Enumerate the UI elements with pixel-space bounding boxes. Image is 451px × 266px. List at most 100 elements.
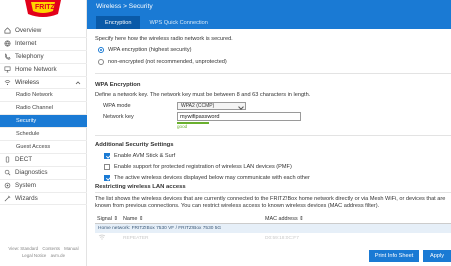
sort-icon: ⇕ [138, 215, 144, 222]
print-info-sheet-button[interactable]: Print Info Sheet [369, 250, 419, 262]
chevron-up-icon [75, 80, 81, 84]
phone-icon [3, 53, 11, 61]
dect-icon [3, 156, 11, 164]
checkbox-label: Enable AVM Stick & Surf [114, 153, 176, 159]
sidebar-subitem-label: Security [16, 118, 37, 125]
sidebar-item-dect[interactable]: DECT [0, 154, 87, 167]
sidebar-item-label: Wizards [15, 195, 38, 203]
column-label: Signal [97, 215, 112, 222]
wizards-icon [3, 195, 11, 203]
column-mac[interactable]: MAC address ⇕ [265, 216, 415, 222]
checkbox-label: The active wireless devices displayed be… [114, 175, 310, 181]
sidebar-subitem-label: Radio Channel [16, 105, 54, 112]
table-row: REPEATER D0:59:18:0C:F7 [95, 233, 451, 243]
sort-icon: ⇕ [299, 215, 304, 222]
network-key-row: Network key mywifipassword [95, 112, 451, 121]
divider [95, 192, 451, 193]
radio-row-wpa[interactable]: WPA encryption (highest security) [95, 47, 451, 53]
checkbox-devices-communicate[interactable] [104, 175, 110, 181]
fritz-logo[interactable]: FRITZ [22, 0, 64, 18]
globe-icon [3, 40, 11, 48]
contents-link[interactable]: Contents [42, 246, 60, 251]
sidebar-subitem-guest-access[interactable]: Guest Access [0, 141, 87, 154]
column-signal[interactable]: Signal ⇕ [95, 216, 123, 222]
wifi-icon [3, 79, 11, 87]
sidebar-item-diagnostics[interactable]: Diagnostics [0, 167, 87, 180]
device-group-row: Home network: FRITZ!Box 7530 VF / FRITZ!… [95, 224, 451, 233]
column-name[interactable]: Name ⇕ [123, 216, 265, 222]
radio-non-encrypted[interactable] [98, 59, 104, 65]
sidebar-item-label: Diagnostics [15, 169, 48, 177]
sidebar-item-home-network[interactable]: Home Network [0, 64, 87, 77]
sidebar-item-label: DECT [15, 156, 33, 164]
sidebar-item-system[interactable]: System [0, 180, 87, 193]
system-icon [3, 182, 11, 190]
avm-link[interactable]: avm.de [51, 253, 65, 258]
divider [95, 73, 451, 74]
security-intro: Specify here how the wireless radio netw… [95, 36, 233, 42]
sort-icon: ⇕ [113, 215, 119, 222]
wpa-mode-row: WPA mode WPA2 (CCMP) [95, 102, 451, 110]
sidebar-subitem-label: Radio Network [16, 92, 53, 99]
checkbox-stick-surf[interactable] [104, 153, 110, 159]
divider [95, 135, 451, 136]
key-strength: good [95, 121, 451, 131]
sidebar-item-label: Internet [15, 40, 37, 48]
check-row-communicate[interactable]: The active wireless devices displayed be… [95, 175, 451, 181]
sidebar-subitem-label: Guest Access [16, 143, 51, 150]
svg-text:FRITZ: FRITZ [35, 4, 56, 11]
manual-link[interactable]: Manual [64, 246, 78, 251]
column-label: Name [123, 215, 138, 222]
tab-encryption[interactable]: Encryption [96, 16, 141, 29]
view-standard-link[interactable]: View: Standard [8, 246, 38, 251]
check-row-stick-surf[interactable]: Enable AVM Stick & Surf [95, 153, 451, 159]
sidebar-item-label: System [15, 182, 36, 190]
network-key-value: mywifipassword [180, 113, 220, 120]
radio-label: WPA encryption (highest security) [108, 47, 192, 53]
sidebar: FRITZ Overview Internet Telephony Home N… [0, 0, 87, 266]
restrict-description: The list shows the wireless devices that… [95, 196, 446, 209]
wpa-description: Define a network key. The network key mu… [95, 92, 311, 98]
checkbox-pmf[interactable] [104, 164, 110, 170]
device-mac: D0:59:18:0C:F7 [265, 235, 299, 241]
sidebar-subitem-label: Schedule [16, 131, 40, 138]
check-row-pmf[interactable]: Enable support for protected registratio… [95, 164, 451, 170]
breadcrumb: Wireless > Security [96, 3, 153, 10]
radio-row-unencrypted[interactable]: non-encrypted (not recommended, unprotec… [95, 59, 451, 65]
apply-button[interactable]: Apply [423, 250, 451, 262]
device-name: REPEATER [123, 235, 149, 241]
legal-notice-link[interactable]: Legal Notice [22, 253, 46, 258]
wifi-signal-icon [95, 234, 123, 242]
radio-wpa-encryption[interactable] [98, 47, 104, 53]
header-bar: Wireless > Security Encryption WPS Quick… [87, 0, 451, 29]
wpa-mode-select[interactable]: WPA2 (CCMP) [177, 102, 246, 110]
checkbox-label: Enable support for protected registratio… [114, 164, 292, 170]
sidebar-item-internet[interactable]: Internet [0, 38, 87, 51]
sidebar-item-label: Overview [15, 27, 42, 35]
column-label: MAC address [265, 215, 298, 222]
sidebar-subitem-security[interactable]: Security [0, 115, 87, 129]
sidebar-item-wizards[interactable]: Wizards [0, 193, 87, 206]
sidebar-subitem-radio-network[interactable]: Radio Network [0, 89, 87, 103]
home-icon [3, 27, 11, 35]
tab-wps-quick-connection[interactable]: WPS Quick Connection [140, 16, 216, 29]
key-strength-label: good [177, 124, 188, 129]
tab-bar: Encryption WPS Quick Connection [96, 16, 217, 29]
sidebar-subitem-radio-channel[interactable]: Radio Channel [0, 102, 87, 116]
restrict-heading: Restricting wireless LAN access [95, 184, 186, 190]
sidebar-item-label: Home Network [15, 66, 57, 74]
network-key-input[interactable]: mywifipassword [177, 112, 301, 121]
device-table-header: Signal ⇕ Name ⇕ MAC address ⇕ [95, 214, 451, 224]
sidebar-item-telephony[interactable]: Telephony [0, 51, 87, 64]
additional-heading: Additional Security Settings [95, 142, 174, 148]
wpa-heading: WPA Encryption [95, 82, 141, 88]
sidebar-subitem-schedule[interactable]: Schedule [0, 128, 87, 142]
diagnostics-icon [3, 169, 11, 177]
wpa-mode-value: WPA2 (CCMP) [181, 103, 215, 109]
radio-label: non-encrypted (not recommended, unprotec… [108, 59, 227, 65]
sidebar-item-overview[interactable]: Overview [0, 25, 87, 38]
sidebar-item-label: Telephony [15, 53, 44, 61]
main-nav: Overview Internet Telephony Home Network… [0, 25, 87, 206]
sidebar-item-wireless[interactable]: Wireless [0, 77, 87, 90]
sidebar-footer: View: Standard Contents Manual Legal Not… [0, 245, 87, 259]
